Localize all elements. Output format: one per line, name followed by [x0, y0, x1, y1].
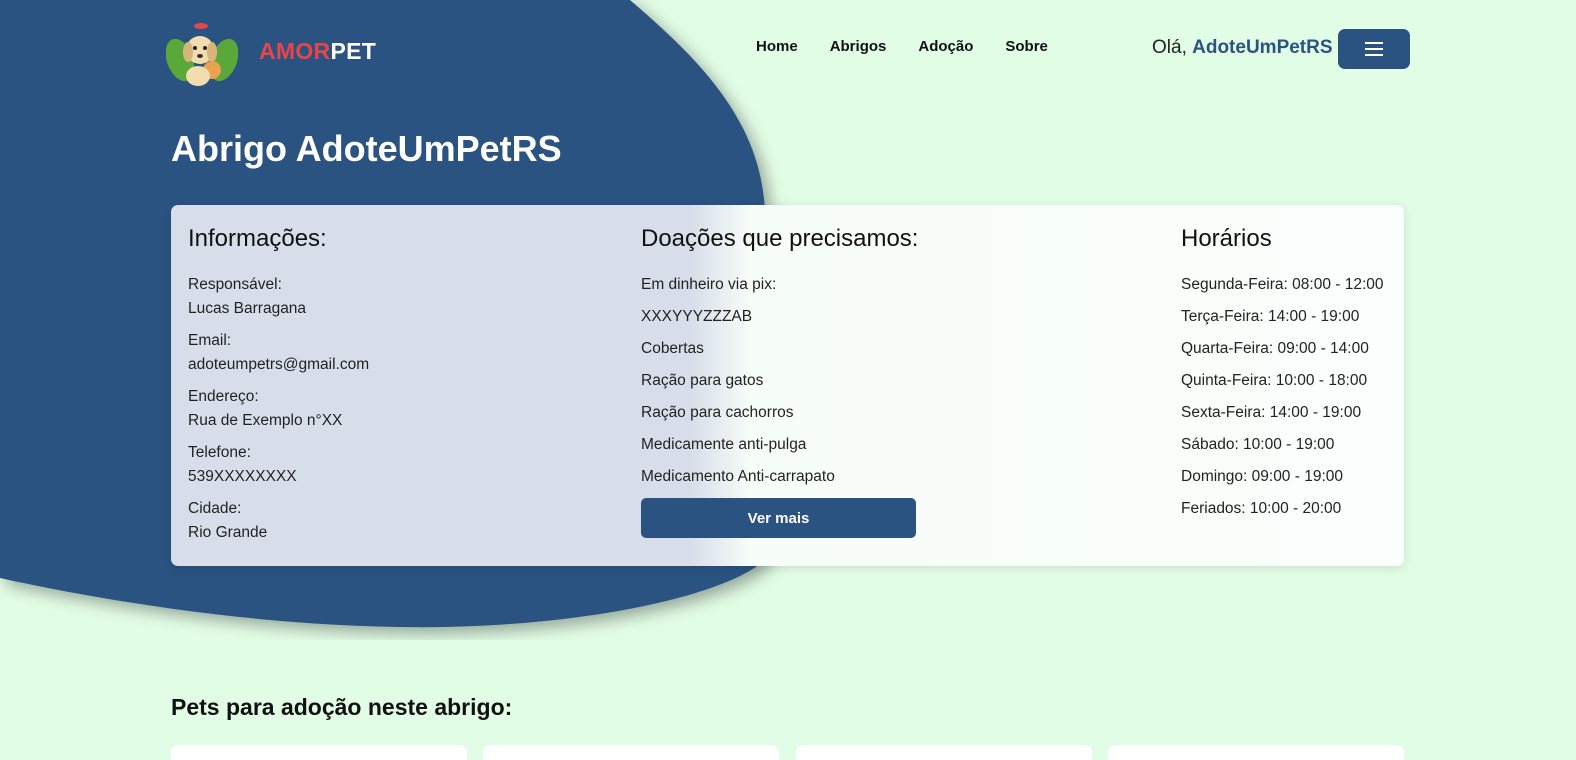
- info-heading: Informações:: [188, 225, 327, 252]
- hours-column: Horários Segunda-Feira: 08:00 - 12:00 Te…: [1181, 205, 1384, 529]
- pet-card[interactable]: [483, 745, 779, 760]
- hours-item: Segunda-Feira: 08:00 - 12:00: [1181, 276, 1384, 293]
- hours-item: Quarta-Feira: 09:00 - 14:00: [1181, 340, 1369, 357]
- menu-button[interactable]: [1338, 29, 1410, 69]
- info-value: Rua de Exemplo n°XX: [188, 412, 343, 429]
- info-telefone: Telefone: 539XXXXXXXX: [188, 441, 369, 489]
- info-label: Cidade:: [188, 500, 242, 517]
- hours-heading: Horários: [1181, 225, 1272, 252]
- pets-section-title: Pets para adoção neste abrigo:: [171, 694, 513, 720]
- donation-item: Em dinheiro via pix:: [641, 276, 777, 293]
- info-endereco: Endereço: Rua de Exemplo n°XX: [188, 385, 369, 433]
- brand-name[interactable]: AMORPET: [259, 38, 376, 65]
- donation-item: Ração para cachorros: [641, 404, 794, 421]
- donations-column: Doações que precisamos: Em dinheiro via …: [641, 205, 918, 538]
- donation-item: Cobertas: [641, 340, 704, 357]
- logo-icon[interactable]: [166, 20, 238, 88]
- info-value: Lucas Barragana: [188, 300, 307, 317]
- hours-item: Sexta-Feira: 14:00 - 19:00: [1181, 404, 1362, 421]
- info-label: Email:: [188, 332, 232, 349]
- info-label: Endereço:: [188, 388, 259, 405]
- hours-item: Domingo: 09:00 - 19:00: [1181, 468, 1343, 485]
- page-title: Abrigo AdoteUmPetRS: [171, 128, 562, 169]
- nav-adocao[interactable]: Adoção: [918, 38, 973, 55]
- pet-card[interactable]: [796, 745, 1092, 760]
- brand-part-2: PET: [330, 38, 377, 64]
- info-label: Responsável:: [188, 276, 282, 293]
- shelter-info-card: Informações: Responsável: Lucas Barragan…: [171, 205, 1404, 566]
- user-greeting: Olá, AdoteUmPetRS: [1152, 37, 1333, 59]
- donation-item: Medicamento Anti-carrapato: [641, 468, 835, 485]
- nav-abrigos[interactable]: Abrigos: [830, 38, 887, 55]
- info-responsavel: Responsável: Lucas Barragana: [188, 273, 369, 321]
- info-cidade: Cidade: Rio Grande: [188, 497, 369, 545]
- hours-item: Terça-Feira: 14:00 - 19:00: [1181, 308, 1360, 325]
- donations-heading: Doações que precisamos:: [641, 225, 919, 252]
- donation-item: XXXYYYZZZAB: [641, 308, 753, 325]
- main-nav: Home Abrigos Adoção Sobre: [756, 38, 1048, 55]
- hours-item: Quinta-Feira: 10:00 - 18:00: [1181, 372, 1368, 389]
- info-column: Informações: Responsável: Lucas Barragan…: [188, 205, 369, 553]
- hamburger-icon: [1365, 42, 1383, 56]
- nav-home[interactable]: Home: [756, 38, 798, 55]
- donation-item: Medicamente anti-pulga: [641, 436, 807, 453]
- hours-item: Sábado: 10:00 - 19:00: [1181, 436, 1335, 453]
- pet-card[interactable]: [1108, 745, 1404, 760]
- info-value: 539XXXXXXXX: [188, 468, 297, 485]
- nav-sobre[interactable]: Sobre: [1005, 38, 1048, 55]
- info-value: adoteumpetrs@gmail.com: [188, 356, 370, 373]
- pet-card[interactable]: [171, 745, 467, 760]
- brand-part-1: AMOR: [259, 38, 331, 64]
- info-label: Telefone:: [188, 444, 251, 461]
- ver-mais-button[interactable]: Ver mais: [641, 498, 916, 538]
- info-value: Rio Grande: [188, 524, 268, 541]
- hours-item: Feriados: 10:00 - 20:00: [1181, 500, 1342, 517]
- header: AMORPET Home Abrigos Adoção Sobre Olá, A…: [0, 0, 1576, 100]
- donation-item: Ração para gatos: [641, 372, 764, 389]
- greeting-username[interactable]: AdoteUmPetRS: [1192, 37, 1332, 58]
- info-email: Email: adoteumpetrs@gmail.com: [188, 329, 369, 377]
- greeting-prefix: Olá,: [1152, 37, 1193, 58]
